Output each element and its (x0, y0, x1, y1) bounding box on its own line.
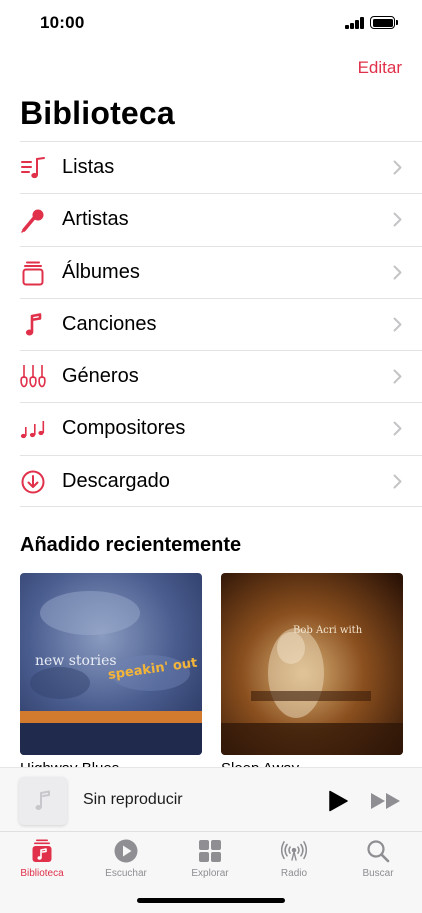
mini-player[interactable]: Sin reproducir (0, 767, 422, 831)
library-item-label: Artistas (62, 208, 129, 231)
edit-button[interactable]: Editar (358, 58, 402, 78)
tab-label: Radio (280, 868, 308, 879)
tab-label: Biblioteca (20, 868, 64, 879)
chevron-right-icon (393, 212, 402, 227)
signal-icon (345, 17, 365, 29)
chevron-right-icon (393, 317, 402, 332)
album-cover-highway-blues[interactable]: new stories speakin' out (20, 573, 202, 755)
music-note-icon (25, 313, 42, 336)
search-icon (367, 840, 390, 863)
library-item-songs[interactable]: Canciones (20, 297, 422, 350)
play-circle-icon (114, 839, 138, 863)
album-cover-text: Bob Acri with (293, 625, 363, 636)
radio-waves-icon (281, 841, 307, 861)
chevron-right-icon (393, 369, 402, 384)
music-notes-icon (20, 421, 45, 439)
play-icon[interactable] (328, 790, 348, 812)
now-playing-title: Sin reproducir (83, 791, 183, 808)
section-title-recently-added: Añadido recientemente (20, 534, 242, 556)
library-item-albums[interactable]: Álbumes (20, 245, 422, 298)
music-note-icon (35, 790, 50, 810)
tab-library[interactable]: Biblioteca (0, 838, 84, 886)
library-item-label: Álbumes (62, 260, 140, 283)
battery-cap (396, 20, 398, 25)
page-title: Biblioteca (20, 95, 175, 131)
album-artwork: new stories speakin' out (20, 573, 202, 755)
library-item-label: Listas (62, 156, 115, 178)
guitars-icon (20, 365, 46, 388)
tab-radio[interactable]: Radio (252, 838, 336, 886)
album-cover-text: new stories (35, 653, 117, 669)
tab-browse[interactable]: Explorar (168, 838, 252, 886)
home-indicator[interactable] (137, 898, 285, 903)
now-playing-artwork (19, 777, 67, 825)
chevron-right-icon (393, 265, 402, 280)
library-item-composers[interactable]: Compositores (20, 402, 422, 454)
status-bar: 10:00 (0, 0, 422, 48)
library-icon (32, 839, 52, 862)
download-circle-icon (21, 470, 45, 494)
tab-label: Explorar (191, 868, 229, 879)
playlist-icon (21, 157, 45, 179)
album-cover-sleep-away[interactable]: Bob Acri with (221, 573, 403, 755)
fast-forward-icon[interactable] (370, 792, 402, 810)
tab-label: Escuchar (105, 868, 147, 879)
library-item-label: Compositores (62, 417, 186, 440)
library-item-artists[interactable]: Artistas (20, 193, 422, 245)
library-item-label: Descargado (62, 469, 170, 492)
album-stack-icon (22, 261, 44, 286)
library-list: Listas Artistas Álbumes Canciones Género… (20, 141, 422, 508)
status-time: 10:00 (40, 13, 85, 32)
album-artwork: Bob Acri with (221, 573, 403, 755)
library-item-label: Canciones (62, 312, 157, 335)
battery-icon (370, 16, 395, 29)
grid-icon (199, 840, 221, 862)
chevron-right-icon (393, 474, 402, 489)
tab-listen[interactable]: Escuchar (84, 838, 168, 886)
library-item-label: Géneros (62, 365, 139, 388)
chevron-right-icon (393, 160, 402, 175)
chevron-right-icon (393, 421, 402, 436)
tab-label: Buscar (362, 868, 394, 879)
microphone-icon (21, 209, 44, 234)
library-item-genres[interactable]: Géneros (20, 350, 422, 402)
library-item-downloaded[interactable]: Descargado (20, 454, 422, 508)
tab-search[interactable]: Buscar (336, 838, 420, 886)
library-item-playlists[interactable]: Listas (20, 141, 422, 193)
